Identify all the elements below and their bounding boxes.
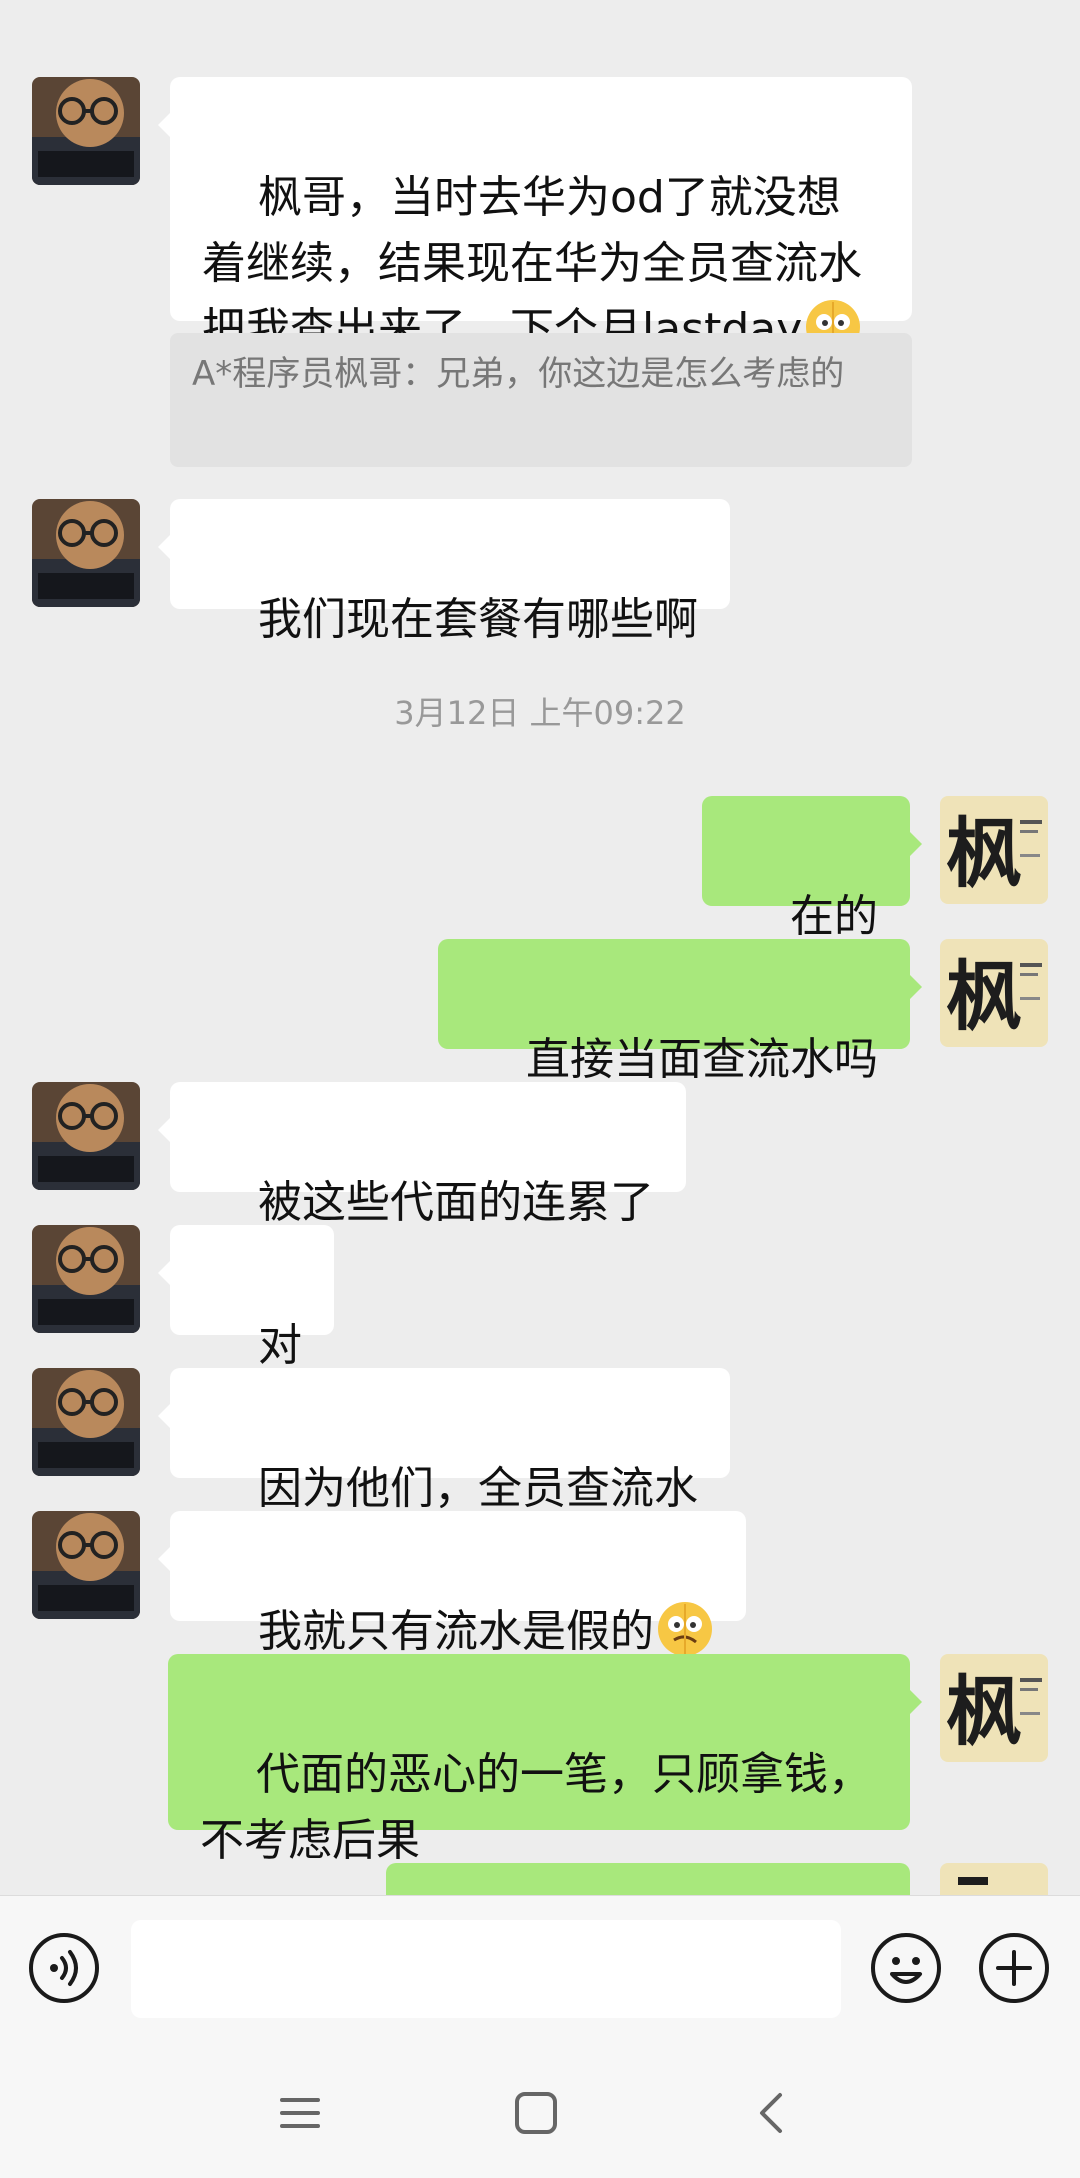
self-avatar-glyph: 枫 [946, 809, 1022, 898]
message-text: 因为他们，全员查流水 [257, 1463, 698, 1514]
system-nav-bar [0, 2045, 1080, 2178]
message-bubble-incoming[interactable]: 我们现在套餐有哪些啊 [158, 499, 730, 645]
message-text: 我们现在套餐有哪些啊 [257, 594, 698, 645]
message-bubble-incoming[interactable]: 枫哥，当时去华为od了就没想着继续，结果现在华为全员查流水把我查出来了，下个月l… [158, 77, 912, 355]
message-text: 被这些代面的连累了 [257, 1177, 654, 1228]
input-bar [0, 1895, 1080, 2046]
message-text: 直接当面查流水吗 [526, 1034, 878, 1085]
message-text: 在的 [790, 891, 878, 942]
emoji-icon[interactable] [870, 1932, 942, 2004]
message-text: 对 [257, 1320, 302, 1371]
message-bubble-outgoing[interactable]: 在的 [702, 796, 922, 942]
contact-avatar[interactable] [32, 499, 140, 607]
message-bubble-incoming[interactable]: 被这些代面的连累了 [158, 1082, 686, 1228]
contact-avatar[interactable] [32, 1368, 140, 1476]
message-bubble-incoming[interactable]: 因为他们，全员查流水 [158, 1368, 730, 1514]
contact-avatar[interactable] [32, 1082, 140, 1190]
message-bubble-outgoing-partial[interactable] [386, 1863, 910, 1895]
voice-icon[interactable] [28, 1932, 100, 2004]
self-avatar[interactable]: 枫 [940, 1654, 1048, 1762]
message-text: 代面的恶心的一笔，只顾拿钱，不考虑后果 [200, 1749, 872, 1866]
self-avatar-glyph: 枫 [946, 952, 1022, 1041]
message-text: 我就只有流水是假的 [257, 1606, 654, 1657]
smirk-emoji-icon [657, 1602, 712, 1656]
contact-avatar[interactable] [32, 1225, 140, 1333]
contact-avatar[interactable] [32, 77, 140, 185]
plus-icon[interactable] [978, 1932, 1050, 2004]
message-timestamp: 3月12日 上午09:22 [394, 694, 686, 732]
message-bubble-outgoing[interactable]: 代面的恶心的一笔，只顾拿钱，不考虑后果 [168, 1654, 922, 1866]
self-avatar[interactable] [940, 1863, 1048, 1895]
self-avatar[interactable]: 枫 [940, 796, 1048, 904]
contact-avatar[interactable] [32, 1511, 140, 1619]
message-bubble-incoming[interactable]: 对 [158, 1225, 334, 1371]
menu-icon[interactable] [270, 2083, 330, 2143]
message-bubble-incoming[interactable]: 我就只有流水是假的 [158, 1511, 746, 1657]
message-bubble-outgoing[interactable]: 直接当面查流水吗 [438, 939, 922, 1085]
message-text: 枫哥，当时去华为od了就没想着继续，结果现在华为全员查流水把我查出来了，下个月l… [202, 172, 862, 355]
quoted-message[interactable]: A*程序员枫哥：兄弟，你这边是怎么考虑的 [170, 333, 912, 467]
chat-area[interactable]: 枫哥，当时去华为od了就没想着继续，结果现在华为全员查流水把我查出来了，下个月l… [0, 0, 1080, 1895]
back-icon[interactable] [742, 2083, 802, 2143]
self-avatar[interactable]: 枫 [940, 939, 1048, 1047]
home-icon[interactable] [506, 2083, 566, 2143]
message-input[interactable] [131, 1920, 841, 2018]
self-avatar-glyph: 枫 [946, 1667, 1022, 1756]
